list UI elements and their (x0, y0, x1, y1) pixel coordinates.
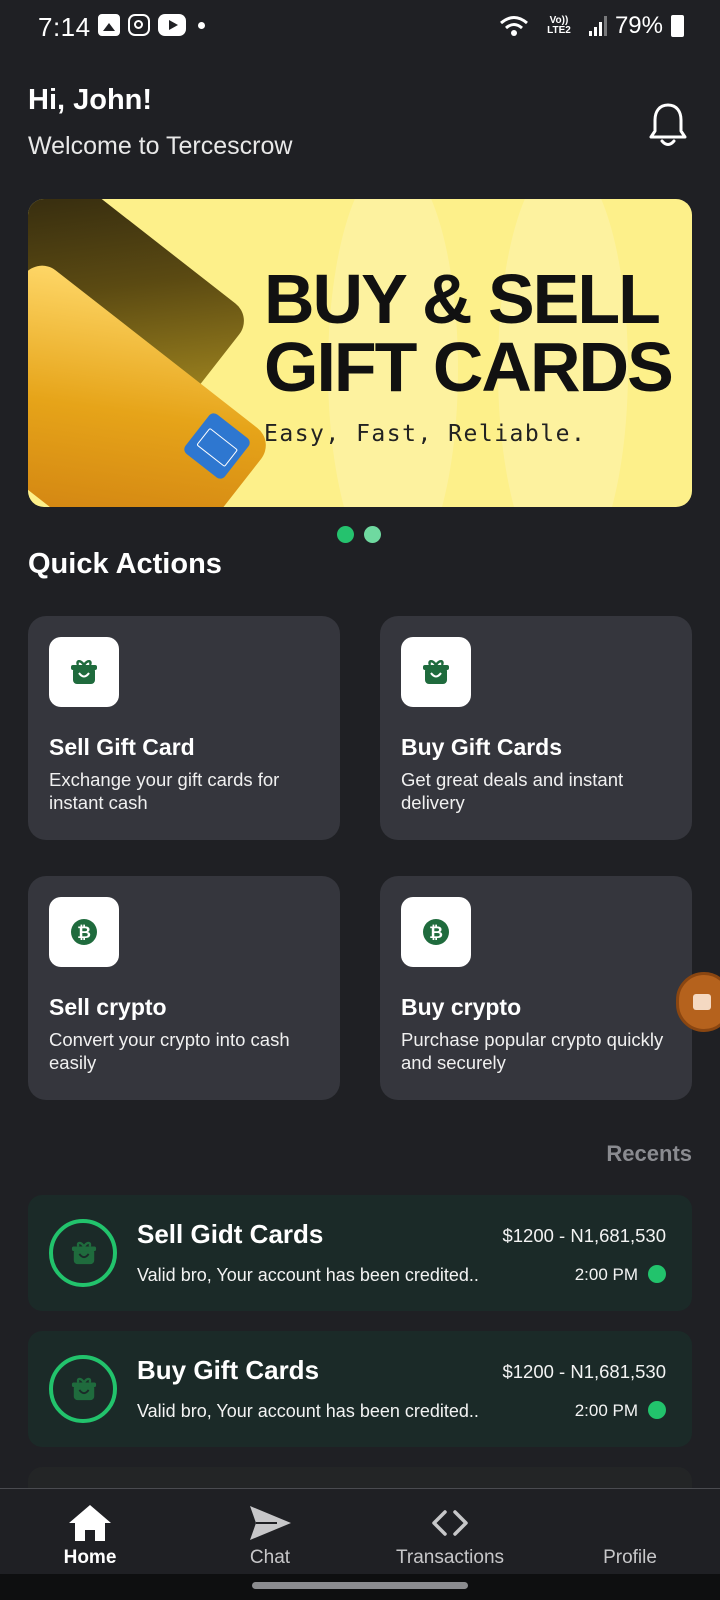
promo-banner[interactable]: BUY & SELL GIFT CARDS Easy, Fast, Reliab… (28, 199, 692, 507)
wifi-icon (499, 16, 528, 36)
youtube-notification-icon (158, 14, 186, 36)
status-dot-icon (648, 1401, 666, 1419)
gift-card-icon (49, 1219, 117, 1287)
quick-actions-title: Quick Actions (28, 548, 222, 580)
recent-amount: $1200 - N1,681,530 (502, 1361, 666, 1382)
notification-icons (98, 14, 205, 36)
action-title: Buy crypto (401, 994, 522, 1020)
battery-percentage: 79% (614, 12, 663, 39)
recent-time: 2:00 PM (574, 1401, 638, 1420)
gift-card-icon (401, 637, 471, 707)
battery-icon (671, 15, 684, 37)
nav-label: Chat (249, 1547, 291, 1568)
banner-title: BUY & SELL GIFT CARDS (264, 260, 674, 406)
bitcoin-icon: ₿ (401, 897, 471, 967)
recent-transaction-item[interactable]: Buy Gift Cards Valid bro, Your account h… (28, 1331, 692, 1447)
gallery-notification-icon (98, 14, 120, 36)
action-description: Convert your crypto into cash easily (49, 1029, 290, 1073)
buy-crypto-action[interactable]: ₿ Buy crypto Purchase popular crypto qui… (380, 876, 692, 1100)
recents-label[interactable]: Recents (606, 1141, 692, 1167)
gift-card-icon (49, 1355, 117, 1423)
status-bar: 7:14 Vo)) LTE2 79% (0, 0, 720, 56)
banner-title-line2: GIFT CARDS (264, 328, 674, 406)
notification-bell-icon[interactable] (648, 102, 688, 148)
action-title: Buy Gift Cards (401, 734, 563, 760)
screen-recorder-icon[interactable] (676, 972, 720, 1032)
buy-gift-cards-action[interactable]: Buy Gift Cards Get great deals and insta… (380, 616, 692, 840)
bottom-navigation: Home Chat Transactions Profile (0, 1488, 720, 1574)
nav-label: Transactions (395, 1547, 505, 1568)
banner-pagination (337, 526, 381, 543)
recent-amount: $1200 - N1,681,530 (502, 1225, 666, 1246)
svg-text:₿: ₿ (429, 923, 443, 943)
home-screen: 7:14 Vo)) LTE2 79% Hi, John! Welcome to … (0, 0, 720, 1600)
nav-label: Home (63, 1547, 117, 1568)
action-title: Sell Gift Card (49, 734, 195, 760)
recent-title: Buy Gift Cards (137, 1355, 320, 1385)
pagination-dot-active[interactable] (337, 526, 354, 543)
nav-chat[interactable]: Chat (180, 1489, 360, 1575)
bitcoin-icon: ₿ (49, 897, 119, 967)
status-dot-icon (648, 1265, 666, 1283)
home-gesture-pill[interactable] (252, 1582, 468, 1589)
recent-message: Valid bro, Your account has been credite… (137, 1401, 479, 1421)
action-description: Purchase popular crypto quickly and secu… (401, 1029, 664, 1073)
instagram-notification-icon (128, 14, 150, 36)
banner-title-line1: BUY & SELL (264, 260, 661, 338)
code-icon (432, 1510, 468, 1536)
volte-label: Vo)) LTE2 (547, 15, 571, 36)
action-description: Get great deals and instant delivery (401, 769, 624, 813)
sell-gift-card-action[interactable]: Sell Gift Card Exchange your gift cards … (28, 616, 340, 840)
action-title: Sell crypto (49, 994, 167, 1020)
welcome-subtitle: Welcome to Tercescrow (28, 132, 293, 160)
status-time: 7:14 (38, 12, 91, 42)
recent-time: 2:00 PM (574, 1265, 638, 1284)
pagination-dot[interactable] (364, 526, 381, 543)
system-status-icons: Vo)) LTE2 79% (499, 12, 684, 40)
recent-title: Sell Gidt Cards (137, 1219, 324, 1249)
nav-profile[interactable]: Profile (540, 1489, 720, 1575)
action-description: Exchange your gift cards for instant cas… (49, 769, 280, 813)
svg-text:₿: ₿ (77, 923, 91, 943)
nav-transactions[interactable]: Transactions (360, 1489, 540, 1575)
recent-message: Valid bro, Your account has been credite… (137, 1265, 479, 1285)
send-icon (250, 1506, 291, 1540)
signal-strength-icon (588, 16, 607, 36)
nav-home[interactable]: Home (0, 1489, 180, 1575)
greeting-title: Hi, John! (28, 84, 153, 116)
recent-transaction-item[interactable]: Sell Gidt Cards Valid bro, Your account … (28, 1195, 692, 1311)
gift-card-icon (49, 637, 119, 707)
banner-subtitle: Easy, Fast, Reliable. (264, 421, 587, 447)
nav-label: Profile (603, 1547, 657, 1568)
sell-crypto-action[interactable]: ₿ Sell crypto Convert your crypto into c… (28, 876, 340, 1100)
more-notifications-dot-icon (198, 21, 205, 29)
home-icon (69, 1505, 111, 1541)
